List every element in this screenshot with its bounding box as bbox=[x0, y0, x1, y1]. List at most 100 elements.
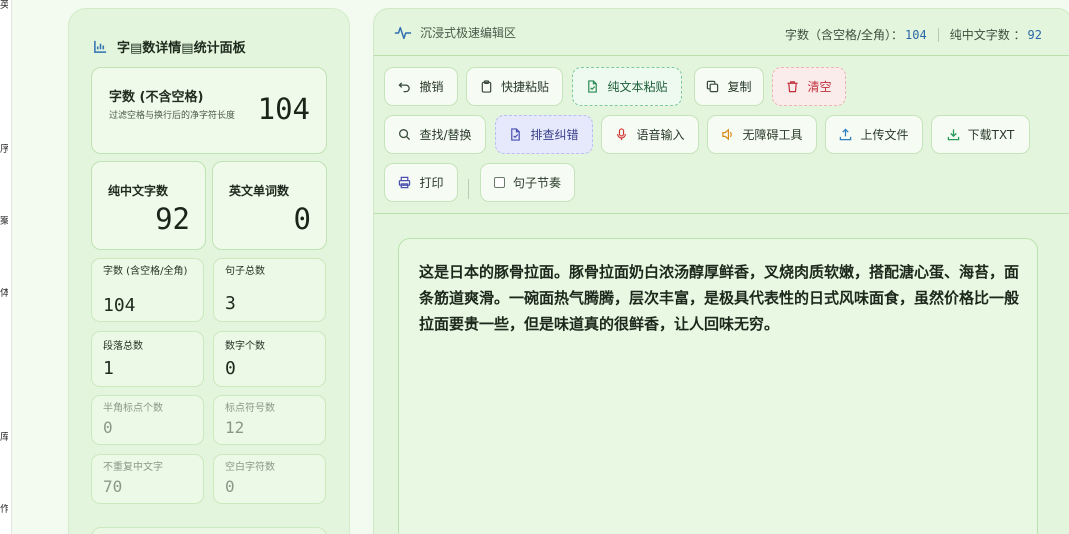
copy-label: 复制 bbox=[727, 80, 752, 94]
stat-card-pure-chinese: 纯中文字数 92 bbox=[91, 161, 206, 250]
voice-input-button[interactable]: 语音输入 bbox=[601, 115, 699, 154]
stat-value: 0 bbox=[225, 477, 235, 496]
upload-file-button[interactable]: 上传文件 bbox=[825, 115, 923, 154]
stats-title-text: 字▤数详情▤统计面板 bbox=[117, 41, 246, 56]
editor-header: 沉浸式极速编辑区 字数（含空格/全角）： 104 纯中文字数 ： 92 bbox=[374, 9, 1069, 56]
stats-panel-title: 字▤数详情▤统计面板 bbox=[93, 37, 246, 56]
upload-icon bbox=[840, 128, 852, 141]
stat-card-digits: 数字个数 0 bbox=[213, 331, 326, 387]
stat-card-punctuation: 标点符号数 12 bbox=[213, 395, 326, 445]
bar-chart-icon bbox=[94, 40, 107, 53]
download-txt-label: 下载TXT bbox=[967, 128, 1015, 142]
stat-card-english-words: 英文单词数 0 bbox=[212, 161, 327, 250]
stat-card-unique-chinese: 不重复中文字 70 bbox=[91, 454, 204, 504]
find-replace-button[interactable]: 查找/替换 bbox=[384, 115, 486, 154]
find-replace-label: 查找/替换 bbox=[419, 128, 472, 142]
count-chinese-value: 92 bbox=[1027, 27, 1042, 42]
quick-paste-label: 快捷粘贴 bbox=[500, 80, 549, 94]
clear-button[interactable]: 清空 bbox=[772, 67, 846, 106]
activity-pulse-icon bbox=[394, 26, 412, 39]
copy-button[interactable]: 复制 bbox=[694, 67, 764, 106]
edge-char: 序 bbox=[0, 144, 8, 155]
edge-char: 英 bbox=[0, 0, 8, 11]
count-chinese-label: 纯中文字数 ： bbox=[949, 28, 1026, 42]
undo-icon bbox=[398, 82, 411, 93]
stat-label: 英文单词数 bbox=[229, 184, 290, 198]
editor-title: 沉浸式极速编辑区 bbox=[394, 24, 516, 41]
print-button[interactable]: 打印 bbox=[384, 163, 458, 202]
stat-label: 句子总数 bbox=[225, 266, 265, 277]
stat-card-half-width-punct: 半角标点个数 0 bbox=[91, 395, 204, 445]
stat-description: 过滤空格与换行后的净字符长度 bbox=[109, 111, 236, 121]
stat-label: 不重复中文字 bbox=[103, 462, 163, 473]
quick-paste-button[interactable]: 快捷粘贴 bbox=[466, 67, 563, 106]
stat-label: 字数 (不含空格) bbox=[109, 90, 204, 105]
sentence-rhythm-label: 句子节奏 bbox=[512, 176, 561, 190]
file-check-icon bbox=[588, 80, 598, 93]
plain-text-paste-label: 纯文本粘贴 bbox=[607, 80, 668, 94]
edge-char: 库 bbox=[0, 432, 8, 443]
stat-value: 104 bbox=[103, 295, 136, 316]
proofread-label: 排查纠错 bbox=[530, 128, 579, 142]
microphone-icon bbox=[617, 128, 627, 141]
undo-label: 撤销 bbox=[419, 80, 444, 94]
copy-icon bbox=[707, 80, 719, 93]
stat-value: 92 bbox=[155, 202, 190, 236]
stat-value: 12 bbox=[225, 418, 245, 437]
stat-value: 3 bbox=[225, 293, 236, 314]
printer-icon bbox=[399, 176, 411, 189]
speaker-icon bbox=[722, 128, 733, 141]
stat-card-sentences: 句子总数 3 bbox=[213, 258, 326, 322]
stat-value: 104 bbox=[257, 92, 310, 126]
stat-label: 字数 (含空格/全角) bbox=[103, 266, 188, 277]
file-scan-icon bbox=[511, 128, 521, 141]
edge-char: 作 bbox=[0, 504, 8, 515]
stat-label: 半角标点个数 bbox=[103, 403, 163, 414]
voice-input-label: 语音输入 bbox=[636, 128, 685, 142]
trash-icon bbox=[787, 81, 799, 93]
stat-card-partial bbox=[91, 527, 327, 534]
edge-char: 体 bbox=[0, 288, 8, 299]
stat-value: 1 bbox=[103, 358, 114, 379]
download-txt-button[interactable]: 下载TXT bbox=[931, 115, 1030, 154]
sentence-rhythm-checkbox[interactable] bbox=[493, 177, 505, 188]
upload-file-label: 上传文件 bbox=[860, 128, 909, 142]
stat-value: 70 bbox=[103, 477, 123, 496]
stat-value: 0 bbox=[293, 202, 311, 236]
count-with-space-value: 104 bbox=[905, 27, 927, 42]
left-edge-strip: 英 序 案 体 库 作 bbox=[0, 0, 12, 534]
stat-label: 空白字符数 bbox=[225, 462, 275, 473]
accessibility-tools-button[interactable]: 无障碍工具 bbox=[707, 115, 817, 154]
proofread-button[interactable]: 排查纠错 bbox=[495, 115, 593, 154]
stat-card-chars-no-space: 字数 (不含空格) 过滤空格与换行后的净字符长度 104 bbox=[91, 67, 327, 154]
stat-label: 标点符号数 bbox=[225, 403, 275, 414]
plain-text-paste-button[interactable]: 纯文本粘贴 bbox=[572, 67, 682, 106]
count-with-space-label: 字数（含空格/全角）： bbox=[784, 28, 904, 42]
editor-panel: 沉浸式极速编辑区 字数（含空格/全角）： 104 纯中文字数 ： 92 撤销 快… bbox=[373, 8, 1069, 534]
sentence-rhythm-toggle[interactable]: 句子节奏 bbox=[480, 163, 575, 202]
edge-char: 案 bbox=[0, 216, 8, 227]
accessibility-tools-label: 无障碍工具 bbox=[742, 128, 803, 142]
editor-title-text: 沉浸式极速编辑区 bbox=[420, 26, 517, 40]
toolbar-divider bbox=[468, 179, 469, 199]
clear-label: 清空 bbox=[807, 80, 832, 94]
editor-text-content[interactable]: 这是日本的豚骨拉面。豚骨拉面奶白浓汤醇厚鲜香，叉烧肉质软嫩，搭配溏心蛋、海苔，面… bbox=[419, 259, 1019, 337]
stats-panel: 字▤数详情▤统计面板 字数 (不含空格) 过滤空格与换行后的净字符长度 104 … bbox=[68, 8, 350, 534]
stat-card-whitespace: 空白字符数 0 bbox=[213, 454, 326, 504]
download-icon bbox=[947, 129, 959, 141]
editor-toolbar: 撤销 快捷粘贴 纯文本粘贴 复制 清空 查找/替换 排查纠错 语音输入 无障碍工… bbox=[374, 57, 1069, 214]
search-icon bbox=[399, 129, 411, 141]
stat-label: 纯中文字数 bbox=[108, 184, 169, 198]
print-label: 打印 bbox=[419, 176, 444, 190]
count-separator bbox=[937, 27, 939, 42]
stat-value: 0 bbox=[225, 358, 236, 379]
stat-card-chars-with-space: 字数 (含空格/全角) 104 bbox=[91, 258, 204, 322]
editor-text-area[interactable]: 这是日本的豚骨拉面。豚骨拉面奶白浓汤醇厚鲜香，叉烧肉质软嫩，搭配溏心蛋、海苔，面… bbox=[398, 238, 1038, 534]
clipboard-icon bbox=[481, 80, 492, 93]
stat-card-paragraphs: 段落总数 1 bbox=[91, 331, 204, 387]
stat-label: 段落总数 bbox=[103, 341, 143, 352]
stat-value: 0 bbox=[103, 418, 113, 437]
stat-label: 数字个数 bbox=[225, 341, 265, 352]
editor-live-counts: 字数（含空格/全角）： 104 纯中文字数 ： 92 bbox=[785, 26, 1042, 43]
undo-button[interactable]: 撤销 bbox=[384, 67, 458, 106]
